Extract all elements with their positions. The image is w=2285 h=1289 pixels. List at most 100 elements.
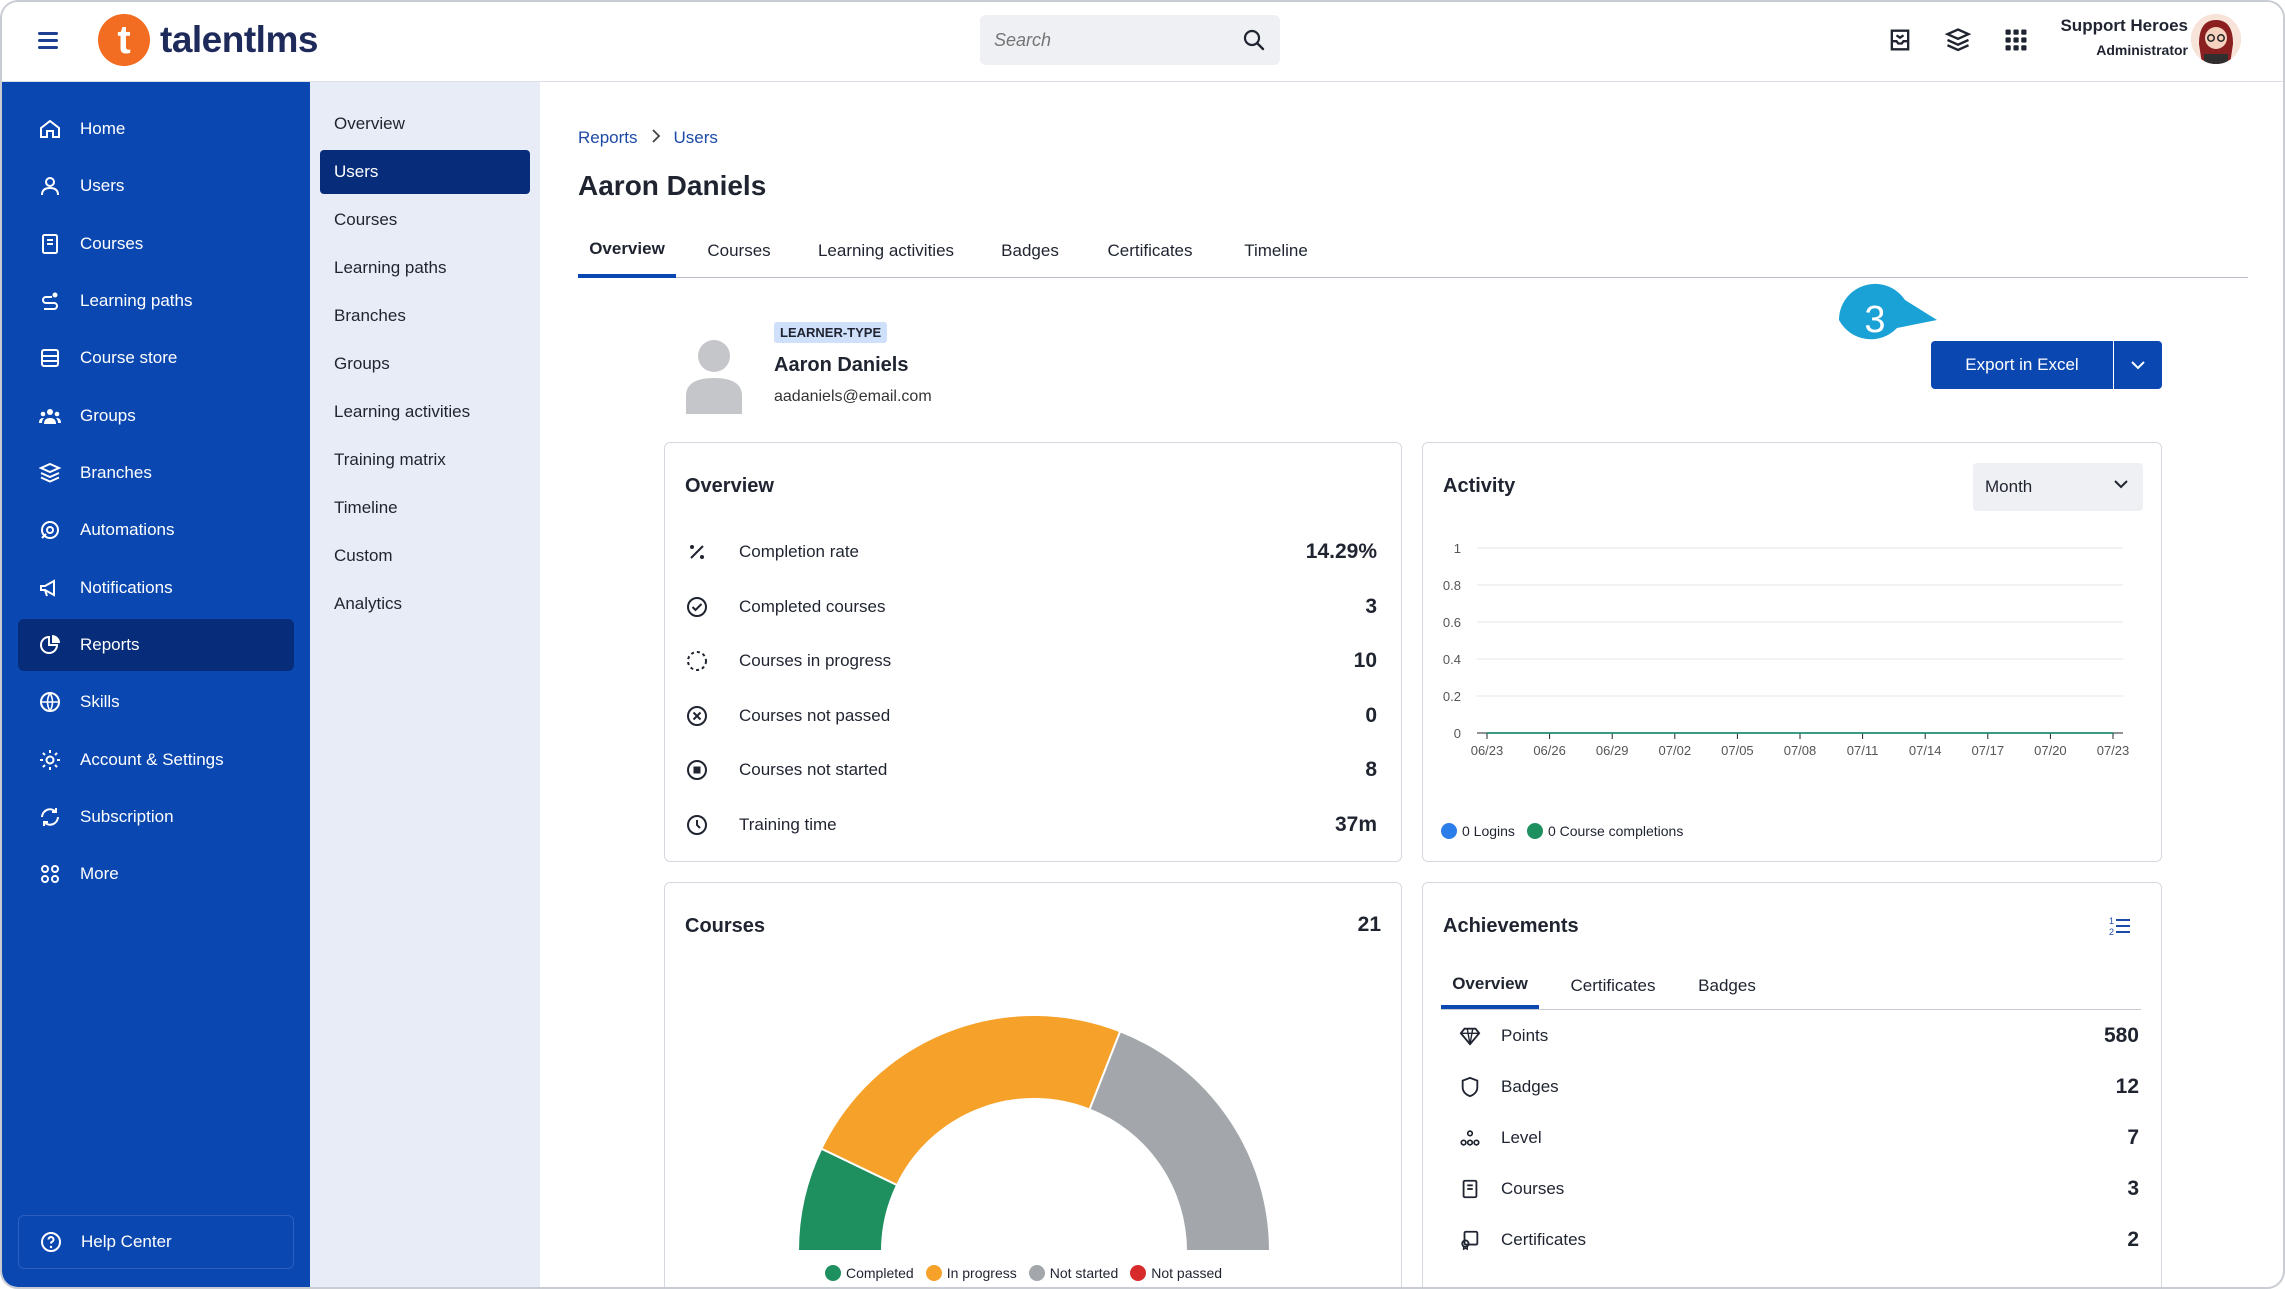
level-icon [1460, 1130, 1480, 1146]
sidebar-item-notifications[interactable]: Notifications [18, 562, 294, 614]
legend-dot-icon [825, 1265, 841, 1281]
help-center-button[interactable]: Help Center [18, 1215, 294, 1269]
stat-label: Completed courses [739, 597, 886, 616]
user-icon [41, 177, 59, 196]
export-excel-button[interactable]: Export in Excel [1931, 341, 2113, 389]
legend-item-in-progress: In progress [925, 1265, 1017, 1281]
hamburger-menu-icon[interactable] [38, 28, 62, 52]
apps-grid-icon[interactable] [2002, 26, 2030, 54]
avatar[interactable] [2191, 14, 2241, 64]
user-menu[interactable]: Support Heroes Administrator [2060, 16, 2188, 58]
sidebar-item-label: Home [80, 119, 126, 138]
clock-icon [687, 815, 707, 835]
breadcrumb: Reports Users [578, 128, 718, 148]
stat-value: 14.29% [1305, 540, 1377, 563]
diamond-icon [1459, 1027, 1481, 1046]
sidebar-item-label: Skills [80, 692, 120, 711]
brand-logo[interactable]: t talentlms [98, 12, 318, 68]
breadcrumb-users-link[interactable]: Users [674, 128, 718, 148]
export-options-button[interactable] [2114, 341, 2162, 389]
profile-avatar-icon [686, 340, 742, 414]
tab-certificates[interactable]: Certificates [1088, 224, 1212, 278]
sidebar-item-course-store[interactable]: Course store [18, 332, 294, 384]
chevron-down-icon [2131, 361, 2145, 370]
legend-label: Not started [1049, 1265, 1119, 1281]
achievements-tab-certificates[interactable]: Certificates [1553, 963, 1673, 1009]
sidebar-item-label: Users [80, 176, 125, 195]
sidebar-item-branches[interactable]: Branches [18, 447, 294, 499]
subnav-item-users[interactable]: Users [320, 150, 530, 194]
sidebar-item-home[interactable]: Home [18, 103, 294, 155]
stop-circle-icon [687, 760, 707, 780]
main-sidebar: Home Users Courses Learning paths Course… [2, 82, 310, 1287]
subnav-item-groups[interactable]: Groups [320, 342, 530, 386]
courses-card-title: Courses [685, 915, 766, 937]
subnav-item-branches[interactable]: Branches [320, 294, 530, 338]
sidebar-item-account-settings[interactable]: Account & Settings [18, 734, 294, 786]
inbox-icon[interactable] [1886, 26, 1914, 54]
achievements-tabs-divider [1441, 1009, 2141, 1010]
dashed-circle-icon [687, 651, 707, 671]
chevron-down-icon [2114, 480, 2128, 489]
tab-timeline[interactable]: Timeline [1228, 224, 1324, 278]
subscription-icon [41, 808, 59, 826]
legend-label: Completed [846, 1265, 914, 1281]
donut-slice-not-started [1088, 1030, 1272, 1252]
x-tick-label: 07/20 [2034, 743, 2067, 758]
tab-courses[interactable]: Courses [692, 224, 786, 278]
sidebar-item-skills[interactable]: Skills [18, 676, 294, 728]
achievement-label: Certificates [1501, 1230, 1587, 1249]
sidebar-item-label: Automations [80, 520, 175, 539]
help-icon [41, 1232, 61, 1252]
layers-switch-icon[interactable] [1944, 26, 1972, 54]
y-tick-label: 0.8 [1443, 578, 1461, 593]
achievements-tab-overview[interactable]: Overview [1441, 963, 1539, 1009]
achievements-tab-badges[interactable]: Badges [1685, 963, 1769, 1009]
legend-dot-icon [1028, 1265, 1045, 1281]
search-input[interactable] [994, 25, 1224, 55]
subnav-item-overview[interactable]: Overview [320, 102, 530, 146]
period-select[interactable]: Month [1973, 463, 2143, 511]
sidebar-item-more[interactable]: More [18, 848, 294, 900]
tab-learning-activities[interactable]: Learning activities [800, 224, 972, 278]
search-box[interactable] [980, 15, 1280, 65]
sidebar-item-groups[interactable]: Groups [18, 390, 294, 442]
sidebar-item-label: Subscription [80, 807, 174, 826]
sidebar-item-automations[interactable]: Automations [18, 504, 294, 556]
sidebar-item-courses[interactable]: Courses [18, 218, 294, 270]
sidebar-item-label: Courses [80, 234, 144, 253]
subnav-item-timeline[interactable]: Timeline [320, 486, 530, 530]
list-view-icon[interactable]: 12 [2109, 915, 2131, 937]
subnav-item-courses[interactable]: Courses [320, 198, 530, 242]
subnav-item-learning-activities[interactable]: Learning activities [320, 390, 530, 434]
achievement-row: Certificates 2 [1459, 1215, 2139, 1265]
sidebar-item-reports[interactable]: Reports [18, 619, 294, 671]
store-icon [41, 349, 59, 367]
tab-overview[interactable]: Overview [578, 224, 676, 278]
x-tick-label: 07/05 [1721, 743, 1754, 758]
subnav-item-training-matrix[interactable]: Training matrix [320, 438, 530, 482]
search-icon[interactable] [1242, 28, 1266, 52]
book-icon [42, 234, 58, 254]
courses-half-donut-chart [796, 1014, 1272, 1252]
stat-value: 37m [1334, 813, 1377, 836]
subnav-item-custom[interactable]: Custom [320, 534, 530, 578]
home-icon [40, 119, 60, 138]
help-center-label: Help Center [81, 1232, 172, 1251]
x-tick-label: 07/11 [1847, 743, 1879, 758]
breadcrumb-reports-link[interactable]: Reports [578, 128, 638, 148]
top-bar: t talentlms Support Heroes Administrator [2, 2, 2283, 82]
tab-badges[interactable]: Badges [988, 224, 1072, 278]
sidebar-item-users[interactable]: Users [18, 160, 294, 212]
subnav-item-analytics[interactable]: Analytics [320, 582, 530, 626]
achievement-value: 580 [2103, 1024, 2139, 1047]
book-icon [1462, 1179, 1478, 1199]
gear-icon [40, 750, 60, 770]
profile-email: aadaniels@email.com [774, 388, 932, 405]
stat-row: Courses in progress 10 [685, 641, 1385, 681]
sidebar-item-label: Learning paths [80, 291, 193, 310]
legend-item-not-started: Not started [1028, 1265, 1119, 1281]
sidebar-item-learning-paths[interactable]: Learning paths [18, 275, 294, 327]
subnav-item-learning-paths[interactable]: Learning paths [320, 246, 530, 290]
sidebar-item-subscription[interactable]: Subscription [18, 791, 294, 843]
